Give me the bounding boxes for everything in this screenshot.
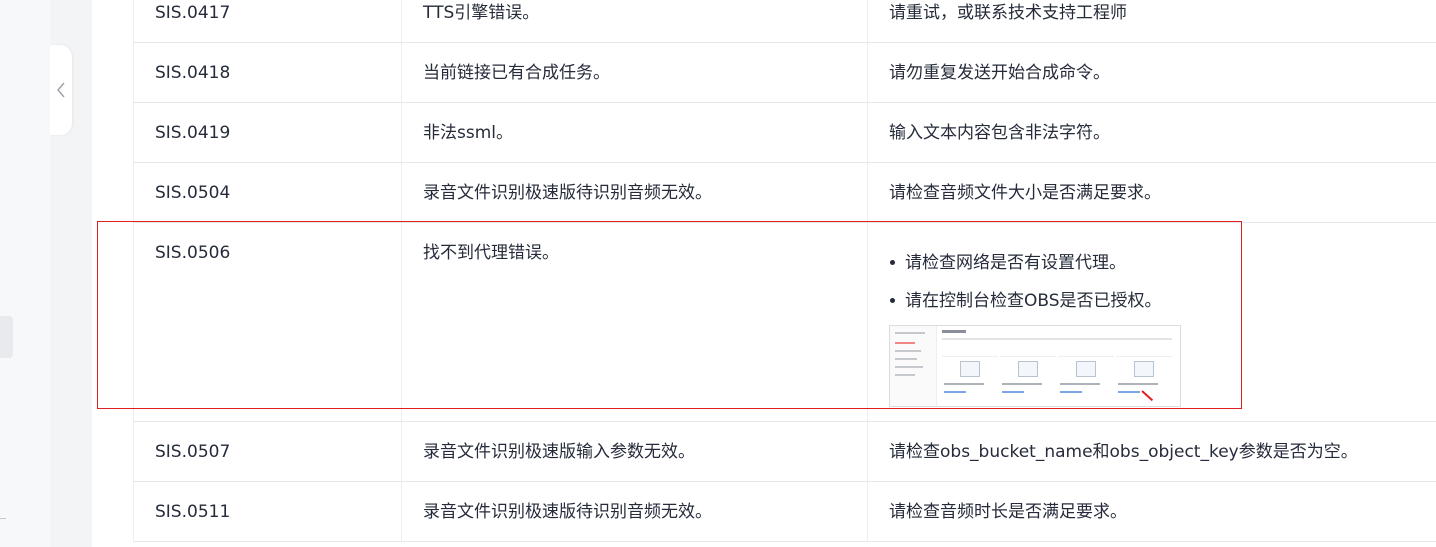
table-row: SIS.0418 当前链接已有合成任务。 请勿重复发送开始合成命令。	[133, 42, 1436, 103]
error-code-table: SIS.0417 TTS引擎错误。 请重试，或联系技术支持工程师 SIS.041…	[133, 0, 1436, 542]
solution-cell: 请检查obs_bucket_name和obs_object_key参数是否为空。	[867, 421, 1436, 482]
solution-list-item: 请在控制台检查OBS是否已授权。	[890, 289, 1422, 313]
error-code-cell: SIS.0418	[133, 42, 402, 103]
solution-cell: 请检查音频文件大小是否满足要求。	[867, 162, 1436, 223]
description-cell: 当前链接已有合成任务。	[401, 42, 868, 103]
side-marker	[0, 316, 13, 358]
table-row: SIS.0419 非法ssml。 输入文本内容包含非法字符。	[133, 102, 1436, 163]
description-cell: TTS引擎错误。	[401, 0, 868, 43]
solution-list-item: 请检查网络是否有设置代理。	[890, 251, 1422, 275]
error-code-cell: SIS.0506	[133, 222, 402, 422]
description-cell: 录音文件识别极速版待识别音频无效。	[401, 162, 868, 223]
left-panel	[0, 0, 50, 547]
table-row: SIS.0507 录音文件识别极速版输入参数无效。 请检查obs_bucket_…	[133, 421, 1436, 482]
table-row: SIS.0511 录音文件识别极速版待识别音频无效。 请检查音频时长是否满足要求…	[133, 481, 1436, 542]
solution-cell: 请检查网络是否有设置代理。 请在控制台检查OBS是否已授权。	[867, 222, 1436, 422]
table-row: SIS.0417 TTS引擎错误。 请重试，或联系技术支持工程师	[133, 0, 1436, 43]
error-code-cell: SIS.0504	[133, 162, 402, 223]
screenshot-card	[1000, 356, 1056, 399]
description-cell: 录音文件识别极速版输入参数无效。	[401, 421, 868, 482]
error-code-cell: SIS.0419	[133, 102, 402, 163]
screenshot-card	[1058, 356, 1114, 399]
solution-cell: 请检查音频时长是否满足要求。	[867, 481, 1436, 542]
side-dash	[0, 518, 6, 519]
solution-cell: 请勿重复发送开始合成命令。	[867, 42, 1436, 103]
error-code-cell: SIS.0511	[133, 481, 402, 542]
solution-cell: 请重试，或联系技术支持工程师	[867, 0, 1436, 43]
description-cell: 找不到代理错误。	[401, 222, 868, 422]
console-screenshot-thumbnail[interactable]	[889, 325, 1181, 407]
error-code-cell: SIS.0417	[133, 0, 402, 43]
error-code-cell: SIS.0507	[133, 421, 402, 482]
screenshot-nav	[890, 326, 937, 406]
solution-cell: 输入文本内容包含非法字符。	[867, 102, 1436, 163]
chevron-left-icon	[57, 82, 65, 98]
description-cell: 非法ssml。	[401, 102, 868, 163]
sidebar-collapse-button[interactable]	[50, 45, 72, 135]
solution-list: 请检查网络是否有设置代理。 请在控制台检查OBS是否已授权。	[889, 251, 1422, 313]
table-row: SIS.0506 找不到代理错误。 请检查网络是否有设置代理。 请在控制台检查O…	[133, 222, 1436, 422]
table-row: SIS.0504 录音文件识别极速版待识别音频无效。 请检查音频文件大小是否满足…	[133, 162, 1436, 223]
screenshot-card	[942, 356, 998, 399]
description-cell: 录音文件识别极速版待识别音频无效。	[401, 481, 868, 542]
